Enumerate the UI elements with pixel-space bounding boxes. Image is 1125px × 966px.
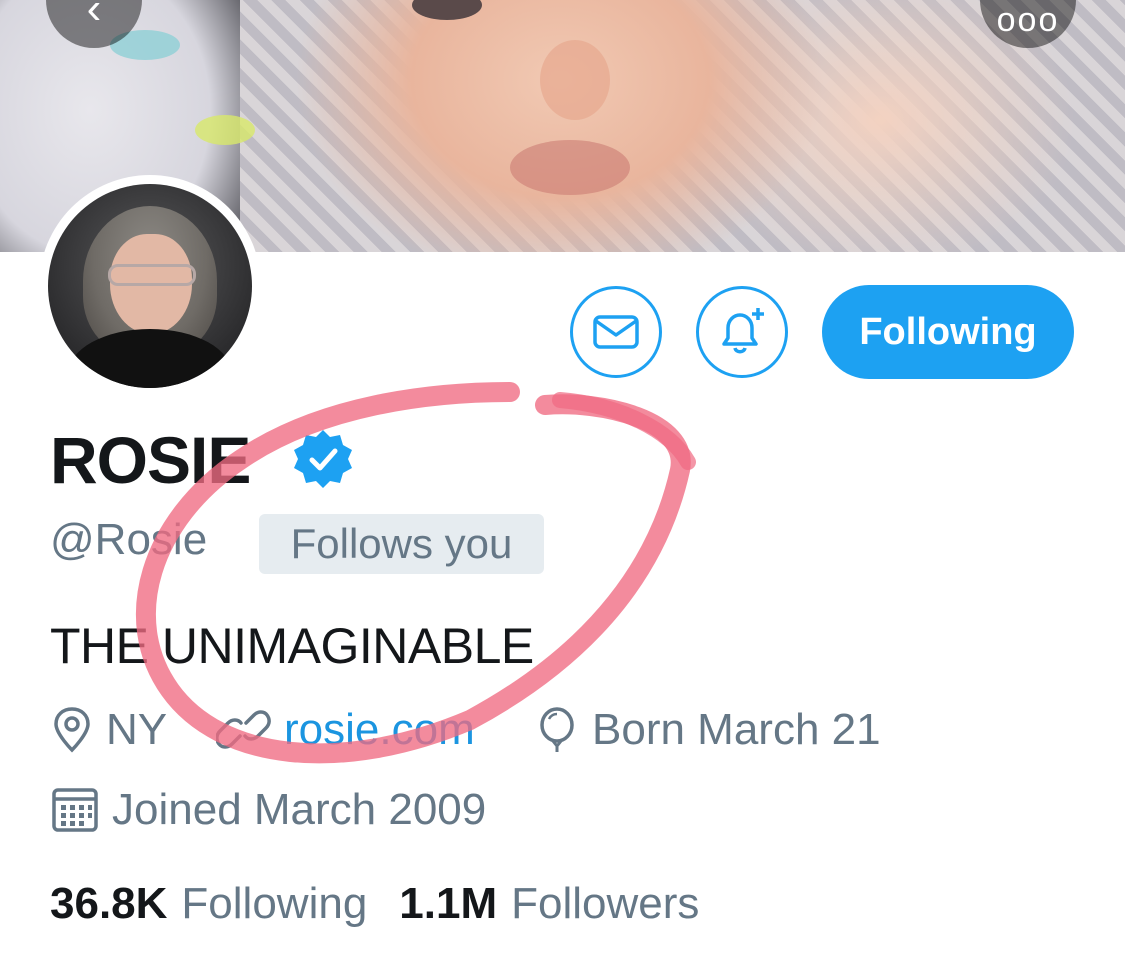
balloon-icon	[540, 707, 574, 752]
website-link[interactable]: rosie.com	[284, 702, 475, 758]
join-date: Joined March 2009	[50, 782, 486, 838]
bio: THE UNIMAGINABLE	[50, 618, 534, 674]
location-text: NY	[106, 705, 168, 754]
following-count[interactable]: 36.8K	[50, 876, 167, 932]
followers-label[interactable]: Followers	[511, 876, 699, 932]
avatar[interactable]	[39, 175, 261, 397]
verified-badge-icon	[294, 430, 352, 488]
following-label[interactable]: Following	[181, 876, 367, 932]
handle: @Rosie	[50, 515, 208, 564]
calendar-icon	[52, 788, 98, 832]
link-icon	[216, 710, 271, 749]
display-name: ROSIE	[50, 423, 251, 497]
message-button[interactable]	[570, 286, 662, 378]
envelope-icon	[593, 315, 639, 349]
followers-count[interactable]: 1.1M	[399, 876, 497, 932]
website[interactable]: rosie.com	[216, 702, 475, 758]
more-button[interactable]: ooo	[980, 0, 1076, 48]
notifications-button[interactable]	[696, 286, 788, 378]
chevron-left-icon: ‹	[86, 0, 102, 33]
follow-stats: 36.8K Following 1.1M Followers	[50, 876, 731, 932]
bell-plus-icon	[722, 308, 764, 354]
birthday: Born March 21	[536, 702, 881, 758]
join-date-text: Joined March 2009	[112, 785, 487, 834]
following-button[interactable]: Following	[822, 285, 1074, 379]
birthday-text: Born March 21	[592, 705, 881, 754]
follows-you-badge: Follows you	[259, 514, 544, 574]
more-dots-icon: ooo	[996, 1, 1060, 39]
location: NY	[50, 702, 167, 758]
map-pin-icon	[54, 707, 90, 753]
